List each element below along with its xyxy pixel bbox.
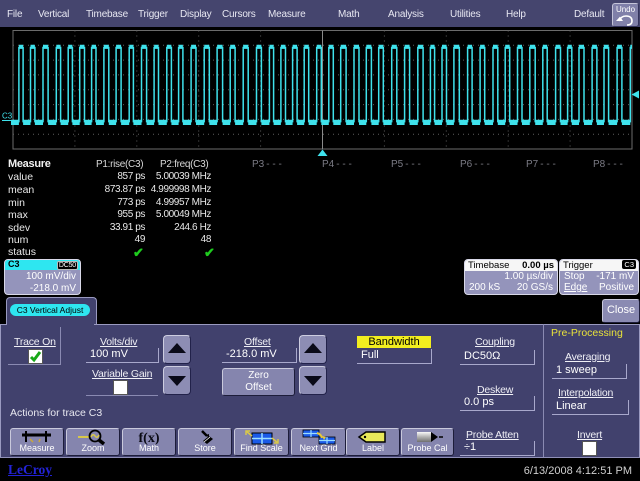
svg-text:C3: C3: [2, 112, 13, 121]
